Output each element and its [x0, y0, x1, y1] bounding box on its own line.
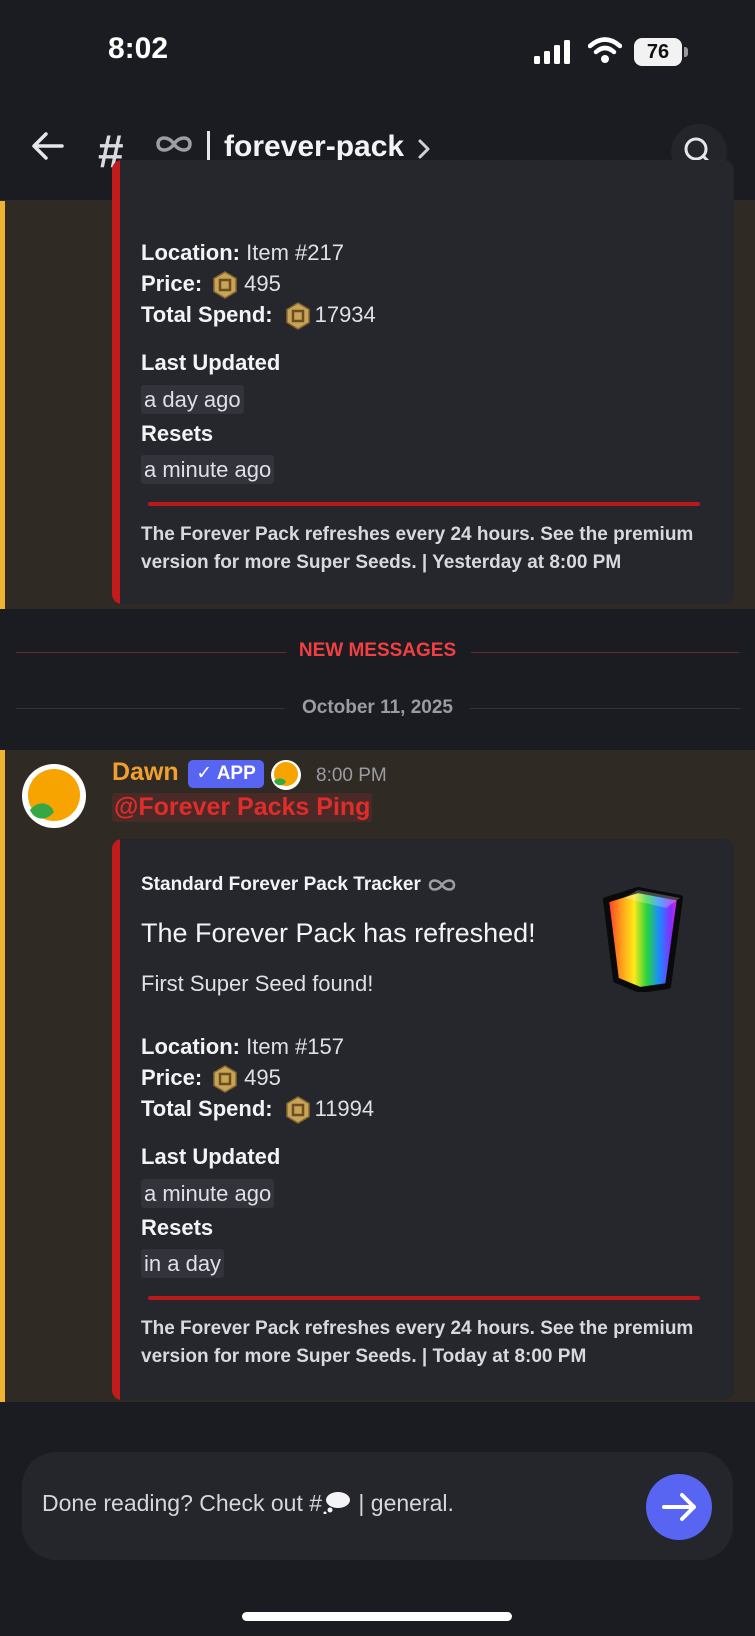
new-messages-label: NEW MESSAGES	[298, 640, 457, 661]
embed-title: The Forever Pack has refreshed!	[141, 918, 536, 948]
arrow-right-icon	[662, 1493, 696, 1521]
robux-coin-icon	[213, 1065, 237, 1093]
robux-coin-icon	[286, 1096, 310, 1124]
robux-coin-icon	[286, 302, 310, 330]
go-to-channel-button[interactable]	[646, 1474, 712, 1540]
embed-updated-label: Last Updated	[141, 1144, 281, 1169]
infinity-icon	[156, 136, 192, 152]
embed-resets-label: Resets	[141, 421, 214, 446]
embed-resets-label: Resets	[141, 1215, 214, 1240]
chevron-right-icon[interactable]	[416, 138, 432, 160]
embed-divider	[148, 502, 700, 506]
super-seed-thumbnail	[603, 887, 683, 992]
cellular-signal-icon	[534, 40, 570, 64]
embed-resets-value: a minute ago	[141, 455, 275, 484]
app-badge: ✓ APP	[188, 760, 264, 788]
date-divider: October 11, 2025	[301, 697, 454, 718]
avatar[interactable]	[22, 764, 86, 828]
wifi-icon	[588, 37, 622, 63]
embed-location: Location: Item #157	[141, 1034, 344, 1059]
server-tag-icon	[271, 760, 301, 790]
done-reading-text[interactable]: Done reading? Check out # | general.	[42, 1490, 454, 1517]
message-timestamp: 8:00 PM	[316, 765, 387, 786]
home-indicator[interactable]	[242, 1612, 512, 1621]
role-mention[interactable]: @Forever Packs Ping	[112, 793, 373, 822]
battery-level: 76	[634, 38, 682, 66]
channel-name[interactable]: forever-pack	[224, 130, 404, 164]
embed-total-spend: Total Spend: 11994	[141, 1096, 375, 1121]
status-time: 8:02	[108, 32, 169, 65]
status-bar: 8:02 76	[0, 0, 755, 100]
thought-balloon-icon	[323, 1492, 351, 1514]
embed-author: Standard Forever Pack Tracker	[141, 874, 421, 895]
embed-updated-value: a day ago	[141, 385, 244, 414]
message-author[interactable]: Dawn	[112, 758, 179, 787]
infinity-icon	[428, 879, 456, 891]
back-arrow-icon[interactable]	[30, 128, 66, 164]
embed-divider	[148, 1296, 700, 1300]
embed-updated-value: a minute ago	[141, 1179, 275, 1208]
embed-footer: The Forever Pack refreshes every 24 hour…	[141, 524, 694, 573]
battery-icon: 76	[634, 38, 688, 66]
embed-total-spend: Total Spend: 17934	[141, 302, 376, 327]
embed-resets-value: in a day	[141, 1249, 225, 1278]
embed-description: First Super Seed found!	[141, 971, 374, 996]
embed-location: Location: Item #217	[141, 240, 344, 265]
embed-updated-label: Last Updated	[141, 350, 281, 375]
robux-coin-icon	[213, 271, 237, 299]
embed-footer: The Forever Pack refreshes every 24 hour…	[141, 1318, 694, 1367]
